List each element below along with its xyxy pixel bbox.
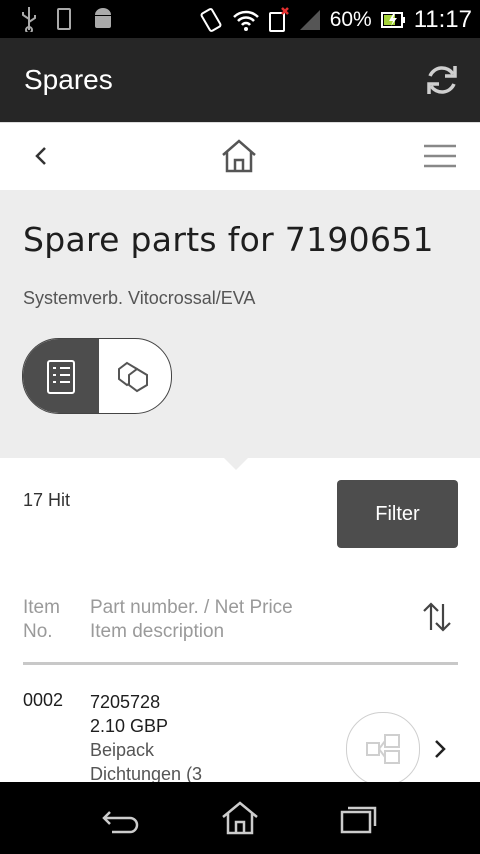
wifi-icon <box>232 10 259 31</box>
hit-count: 17 Hit <box>23 490 71 510</box>
chevron-right-icon[interactable] <box>430 738 450 760</box>
battery-percent: 60% <box>329 8 372 31</box>
sd-card-icon <box>57 8 71 30</box>
status-bar: 60% 11:17 <box>0 0 480 38</box>
view-toggle <box>22 338 172 414</box>
column-header-part-line1: Part number. / Net Price <box>90 597 293 618</box>
refresh-icon[interactable] <box>422 60 462 100</box>
home-icon[interactable] <box>220 138 258 174</box>
filter-button[interactable]: Filter <box>337 480 458 548</box>
signal-icon <box>299 10 320 30</box>
battery-charging-icon <box>380 12 405 28</box>
system-navigation-bar <box>0 782 480 854</box>
no-sim-icon <box>268 7 289 32</box>
header-section: Spare parts for 7190651 Systemverb. Vito… <box>0 190 480 458</box>
table-row[interactable]: 7205728 2.10 GBP Beipack Dichtungen (3 <box>90 690 202 786</box>
list-view-button[interactable] <box>23 339 99 413</box>
clock: 11:17 <box>413 6 472 33</box>
diagram-view-button[interactable] <box>99 339 171 413</box>
row-item-no: 0002 <box>23 690 64 710</box>
status-bar-left <box>20 6 116 32</box>
hamburger-menu-icon[interactable] <box>424 144 456 168</box>
row-description-line1: Beipack <box>90 740 155 760</box>
column-header-part-line2: Item description <box>90 621 225 642</box>
vibrate-icon <box>200 8 222 32</box>
chevron-left-icon[interactable] <box>30 144 54 168</box>
diagram-view-icon <box>118 361 148 393</box>
column-header-item-no: Item No. <box>23 596 60 644</box>
status-bar-right: 60% 11:17 <box>198 6 472 34</box>
sort-icon[interactable] <box>420 600 454 634</box>
list-view-icon <box>47 360 75 394</box>
row-diagram-button[interactable] <box>346 712 420 786</box>
section-pointer <box>222 456 250 470</box>
row-price: 2.10 GBP <box>90 716 169 736</box>
recent-apps-icon[interactable] <box>340 804 378 834</box>
page-subtitle: Systemverb. Vitocrossal/EVA <box>23 288 256 308</box>
app-bar: Spares <box>0 38 480 122</box>
exploded-view-icon <box>366 734 400 764</box>
app-title: Spares <box>24 64 113 95</box>
column-header-item-line2: No. <box>23 621 53 642</box>
row-part-number: 7205728 <box>90 692 161 712</box>
home-icon[interactable] <box>220 800 260 836</box>
page-title: Spare parts for 7190651 <box>23 220 434 259</box>
column-header-part: Part number. / Net Price Item descriptio… <box>90 596 293 644</box>
column-header-item-line1: Item <box>23 597 60 618</box>
nav-bar <box>0 122 480 190</box>
usb-icon <box>22 7 36 32</box>
back-icon[interactable] <box>102 806 140 834</box>
android-icon <box>95 8 111 28</box>
table-divider <box>23 662 458 665</box>
